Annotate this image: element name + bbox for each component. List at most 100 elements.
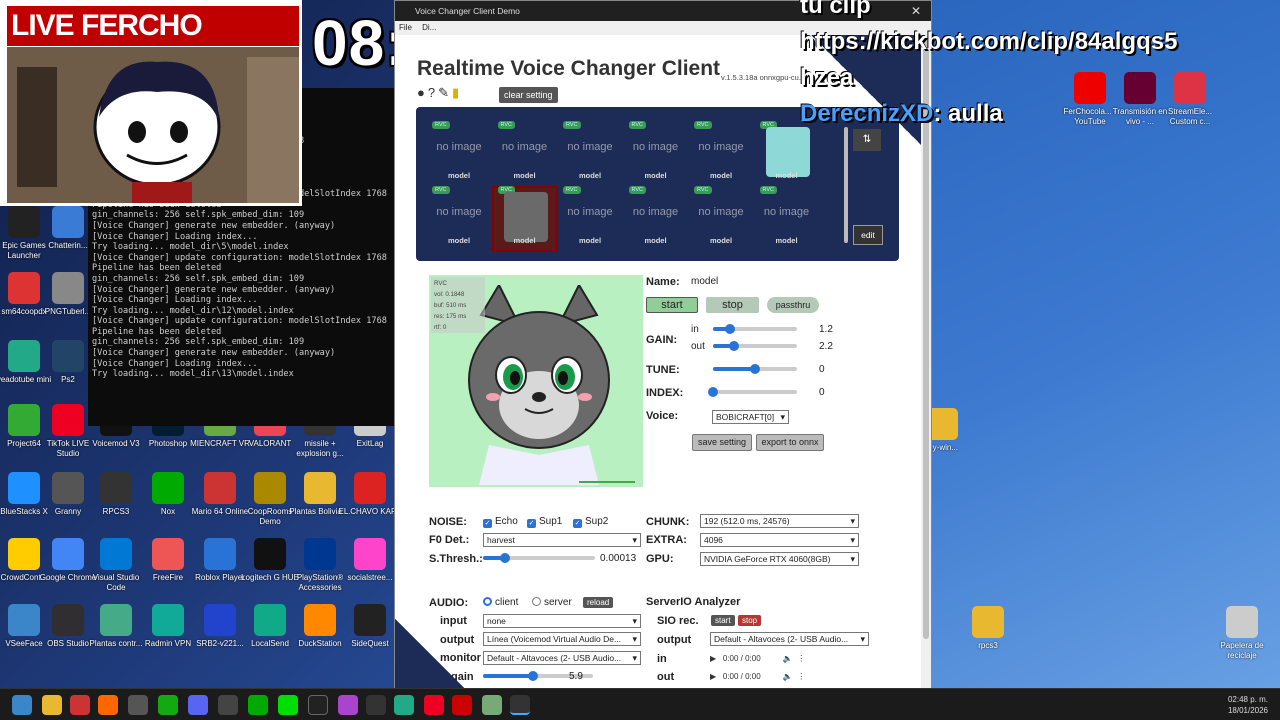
coffee-icon[interactable]: ▮ [452, 85, 459, 101]
app-icon [1226, 606, 1258, 638]
chunk-select[interactable]: 192 (512.0 ms, 24576) [700, 514, 859, 528]
menu-item-2[interactable]: Di... [422, 23, 436, 32]
app-icon[interactable] [218, 695, 238, 715]
terminal-line: [Voice Changer] Loading index... [92, 231, 258, 242]
chat-overlay: tu clip https://kickbot.com/clip/84algqs5… [800, 0, 1270, 132]
desktop-icon[interactable]: Papelera de reciclaje [1210, 606, 1274, 661]
model-slot[interactable]: RVC no image model [625, 121, 687, 185]
analyzer-in-player[interactable]: ▶ 0:00 / 0:00 🔈 ⋮ [710, 654, 870, 663]
window-scrollbar[interactable] [921, 35, 931, 689]
app-icon[interactable] [70, 695, 90, 715]
tune-slider[interactable] [713, 364, 797, 374]
firefox-icon[interactable] [98, 695, 118, 715]
model-slot[interactable]: RVC no image model [428, 186, 490, 250]
model-slot[interactable]: RVC no image model [625, 186, 687, 250]
app-icon[interactable] [278, 695, 298, 715]
analyzer-out-player[interactable]: ▶ 0:00 / 0:00 🔈 ⋮ [710, 672, 870, 681]
output-select[interactable]: Línea (Voicemod Virtual Audio De... [483, 632, 641, 646]
name-label: Name: [646, 276, 680, 288]
stop-button[interactable]: stop [706, 297, 759, 313]
model-slot[interactable]: RVC no image model [559, 186, 621, 250]
model-slot[interactable]: RVC no image model [756, 186, 818, 250]
app-title: Realtime Voice Changer Client [417, 57, 721, 80]
gain-out-slider[interactable] [713, 341, 797, 351]
app-icon[interactable] [366, 695, 386, 715]
chunk-label: CHUNK: [646, 516, 690, 528]
input-label: input [440, 615, 467, 627]
wrench-icon[interactable]: ✎ [438, 85, 449, 101]
sup1-checkbox[interactable]: ✓ Sup1 [527, 516, 562, 528]
version-label: v.1.5.3.18a onnxgpu-cu... [721, 73, 806, 82]
echo-checkbox[interactable]: ✓ Echo [483, 516, 518, 528]
model-type-badge: RVC [497, 121, 516, 129]
windows-start-icon[interactable] [12, 695, 32, 715]
app-icon[interactable] [308, 695, 328, 715]
sort-icon[interactable]: ⇅ [853, 129, 881, 151]
voice-changer-taskbar-icon[interactable] [510, 695, 530, 715]
app-icon[interactable] [128, 695, 148, 715]
model-slot[interactable]: RVC no image model [494, 121, 556, 185]
chat-text: tu clip [800, 0, 871, 19]
file-explorer-icon[interactable] [42, 695, 62, 715]
model-slot[interactable]: RVC model [756, 121, 818, 185]
model-slot-name: model [775, 171, 798, 180]
model-portrait: RVC vol: 0.1848 buf: 510 ms res: 175 ms … [429, 275, 643, 487]
desktop-icon[interactable]: socialstree... [338, 538, 402, 583]
model-slot[interactable]: RVC no image model [690, 121, 752, 185]
start-button[interactable]: start [646, 297, 698, 313]
app-icon[interactable] [338, 695, 358, 715]
kick-icon[interactable] [158, 695, 178, 715]
menu-file[interactable]: File [399, 23, 412, 32]
save-setting-button[interactable]: save setting [692, 434, 752, 451]
app-icon[interactable] [248, 695, 268, 715]
sup1-label: Sup1 [539, 516, 563, 527]
sio-start-button[interactable]: start [711, 615, 735, 626]
desktop-icon[interactable]: rpcs3 [956, 606, 1020, 651]
model-slot[interactable]: RVC no image model [428, 121, 490, 185]
passthru-button[interactable]: passthru [767, 297, 819, 313]
extra-select[interactable]: 4096 [700, 533, 859, 547]
slot-scrollbar[interactable] [844, 127, 848, 243]
input-select[interactable]: none [483, 614, 641, 628]
model-slot[interactable]: RVC no image model [559, 121, 621, 185]
model-slot[interactable]: RVC no image model [690, 186, 752, 250]
f0-select[interactable]: harvest [483, 533, 641, 547]
no-image-placeholder: no image [698, 206, 744, 218]
gain-in-slider[interactable] [713, 324, 797, 334]
monitor-select[interactable]: Default - Altavoces (2- USB Audio... [483, 651, 641, 665]
tiktok-icon[interactable] [424, 695, 444, 715]
sup2-label: Sup2 [585, 516, 609, 527]
edit-button[interactable]: edit [853, 225, 883, 245]
system-clock[interactable]: 02:48 p. m. 18/01/2026 [1228, 694, 1268, 716]
help-icon[interactable]: ? [428, 85, 435, 101]
analyzer-output-select[interactable]: Default - Altavoces (2- USB Audio... [710, 632, 869, 646]
app-icon[interactable] [394, 695, 414, 715]
gpu-select[interactable]: NVIDIA GeForce RTX 4060(8GB) [700, 552, 859, 566]
discord-icon[interactable] [188, 695, 208, 715]
github-icon[interactable]: ● [417, 85, 425, 101]
reload-button[interactable]: reload [583, 597, 614, 608]
app-icon [254, 604, 286, 636]
voice-select[interactable]: BOBICRAFT[0] [712, 410, 789, 424]
desktop-icon-label: rpcs3 [978, 641, 998, 650]
webcam-overlay: LIVE FERCHO REACTION [0, 0, 302, 206]
sio-stop-button[interactable]: stop [738, 615, 762, 626]
model-slot[interactable]: RVC model [491, 186, 558, 252]
app-icon[interactable] [482, 695, 502, 715]
index-slider[interactable] [708, 387, 797, 397]
audio-server-radio[interactable]: server [532, 597, 572, 608]
analyzer-title: ServerIO Analyzer [646, 596, 741, 608]
stats-buf: buf: 510 ms [434, 302, 467, 309]
sthresh-slider[interactable] [483, 553, 595, 563]
audio-client-radio[interactable]: client [483, 597, 518, 608]
clear-setting-button[interactable]: clear setting [499, 87, 558, 103]
terminal-line: [Voice Changer] generate new embedder. (… [92, 348, 336, 359]
export-onnx-button[interactable]: export to onnx [756, 434, 824, 451]
no-image-placeholder: no image [436, 141, 482, 153]
sup2-checkbox[interactable]: ✓ Sup2 [573, 516, 608, 528]
desktop-icon[interactable]: SideQuest [338, 604, 402, 649]
desktop-icon[interactable]: EL CHAVO KART [338, 472, 402, 517]
no-image-placeholder: no image [698, 141, 744, 153]
app-icon [152, 604, 184, 636]
app-icon[interactable] [452, 695, 472, 715]
